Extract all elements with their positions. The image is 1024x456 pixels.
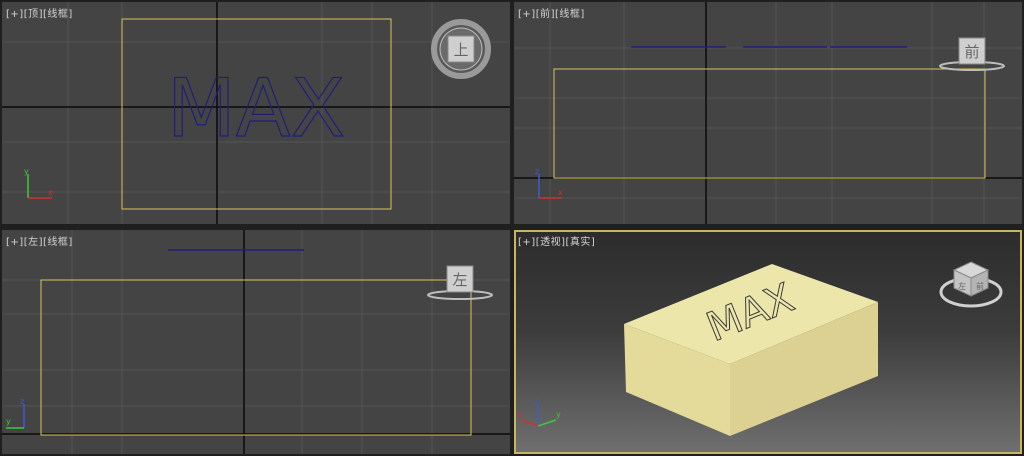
viewport-menu-plus[interactable]: [+] [6,237,24,248]
axis-tripod: y x [24,167,53,199]
axis-y-label: y [6,417,11,426]
axis-tripod: z y [6,397,25,429]
viewport-menu-plus[interactable]: [+] [6,9,24,20]
viewcube-face-label[interactable]: 上 [453,41,468,59]
viewcube-face-label[interactable]: 前 [964,43,979,61]
viewcube-face-label[interactable]: 左 [452,271,467,289]
viewcube-face-label-front[interactable]: 前 [976,281,984,291]
axis-x-label: x [48,188,53,197]
viewport-front[interactable]: 前 z x [+][前][线框] [514,2,1022,224]
axis-z-label: z [535,167,539,176]
viewport-shading-label[interactable]: [真实] [566,237,596,248]
axis-z-label: z [20,397,24,406]
viewport-front-canvas: 前 z x [514,2,1022,224]
viewport-view-label[interactable]: [顶] [24,9,43,20]
viewport-shading-label[interactable]: [线框] [555,9,585,20]
viewport-label-front: [+][前][线框] [518,5,585,20]
axis-y-label: y [24,167,29,176]
axis-x-label: x [558,188,563,197]
viewport-menu-plus[interactable]: [+] [518,9,536,20]
grid [514,2,1022,224]
axis-y-label: y [556,410,561,419]
viewport-view-label[interactable]: [左] [24,237,43,248]
viewport-left[interactable]: 左 z y [+][左][线框] [2,230,510,454]
viewport-view-label[interactable]: [透视] [536,237,566,248]
box-wireframe[interactable] [553,68,986,179]
max-text-wireframe[interactable]: MAX [166,61,346,155]
viewcube-left[interactable]: 左 [427,265,493,300]
viewport-perspective-canvas: MAX 左 前 z x y [518,261,1003,436]
viewcube-face-label-left[interactable]: 左 [958,281,966,291]
axis-x-label: x [518,410,523,419]
viewcube-front[interactable]: 前 [939,37,1005,71]
box-wireframe[interactable] [40,279,472,436]
viewport-view-label[interactable]: [前] [536,9,555,20]
viewport-top[interactable]: MAX 上 y x [+][顶][线框] [2,2,510,224]
viewport-shading-label[interactable]: [线框] [43,237,73,248]
viewcube-perspective[interactable]: 左 前 [939,261,1003,308]
viewport-perspective[interactable]: MAX 左 前 z x y [+][透视][真实] [514,230,1022,454]
viewport-shading-label[interactable]: [线框] [43,9,73,20]
axis-z-label: z [534,397,538,406]
viewport-label-top: [+][顶][线框] [6,5,73,20]
viewport-top-canvas: MAX 上 y x [2,2,510,224]
viewport-menu-plus[interactable]: [+] [518,237,536,248]
viewport-label-perspective: [+][透视][真实] [518,233,595,248]
grid [2,230,510,454]
viewport-left-canvas: 左 z y [2,230,510,454]
viewport-label-left: [+][左][线框] [6,233,73,248]
viewcube-top[interactable]: 上 [431,19,491,79]
axis-tripod: z x y [518,397,561,427]
axis-tripod: z x [535,167,563,199]
